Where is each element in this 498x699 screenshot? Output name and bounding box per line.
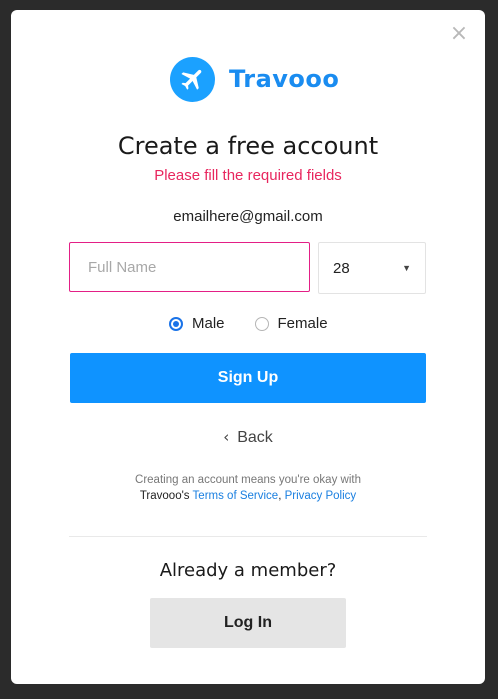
email-display: emailhere@gmail.com: [173, 208, 323, 225]
age-select[interactable]: 28 ▼: [318, 242, 426, 294]
back-link[interactable]: ‹ Back: [11, 428, 485, 447]
radio-female[interactable]: [254, 316, 269, 331]
terms-notice: Creating an account means you're okay wi…: [11, 472, 485, 504]
privacy-policy-link[interactable]: Privacy Policy: [285, 490, 357, 502]
error-message: Please fill the required fields: [154, 167, 342, 184]
already-member-text: Already a member?: [159, 560, 337, 581]
terms-prefix: Travooo's: [139, 490, 190, 502]
gender-group: Male Female: [169, 315, 328, 332]
terms-line: Creating an account means you're okay wi…: [135, 474, 361, 486]
terms-separator: ,: [278, 490, 282, 502]
brand: Travooo: [170, 56, 339, 102]
gender-option-male[interactable]: Male: [169, 315, 225, 332]
divider: [69, 536, 427, 537]
close-icon[interactable]: ×: [449, 23, 469, 45]
signup-modal: × Travooo Create a free account Please f…: [11, 10, 485, 684]
full-name-input[interactable]: [69, 242, 310, 292]
age-value: 28: [333, 259, 350, 277]
page-title: Create a free account: [117, 132, 379, 160]
chevron-down-icon: ▼: [402, 263, 411, 273]
radio-male[interactable]: [169, 316, 183, 331]
sign-up-button[interactable]: Sign Up: [70, 353, 426, 403]
chevron-left-icon: ‹: [223, 428, 230, 446]
gender-option-female[interactable]: Female: [254, 315, 328, 332]
airplane-icon: [170, 56, 215, 102]
back-label: Back: [237, 429, 273, 446]
log-in-button[interactable]: Log In: [150, 598, 346, 648]
gender-label-male: Male: [192, 315, 225, 332]
gender-label-female: Female: [277, 315, 328, 332]
brand-name: Travooo: [229, 65, 340, 93]
terms-of-service-link[interactable]: Terms of Service: [193, 490, 279, 502]
